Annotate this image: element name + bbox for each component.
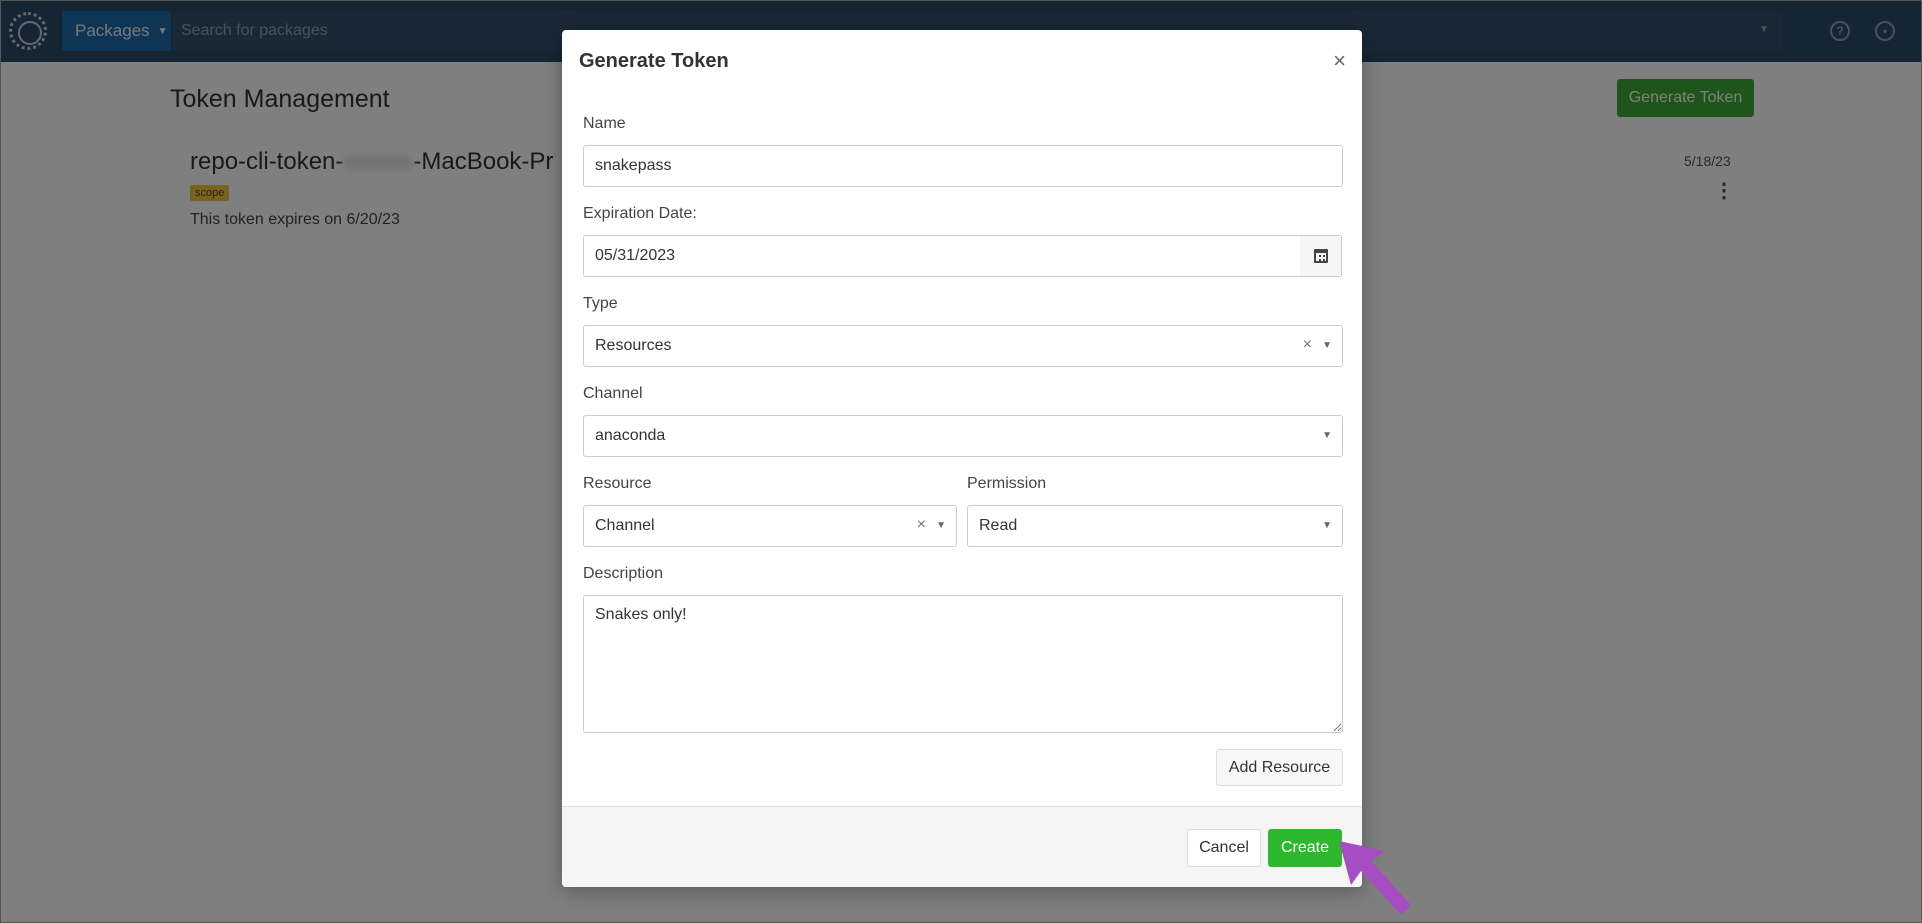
name-input[interactable]: snakepass: [583, 145, 1343, 187]
resource-select[interactable]: Channel × ▼: [583, 505, 957, 547]
type-select-value: Resources: [595, 337, 672, 354]
type-label: Type: [583, 295, 618, 312]
cancel-button[interactable]: Cancel: [1187, 829, 1261, 867]
chevron-down-icon[interactable]: ▼: [1322, 340, 1332, 351]
permission-label: Permission: [967, 475, 1047, 492]
channel-select[interactable]: anaconda ▼: [583, 415, 1343, 457]
name-label: Name: [583, 115, 626, 132]
app-window: Packages ▼ Search for packages ▼ ? • Tok…: [0, 0, 1922, 923]
add-resource-button[interactable]: Add Resource: [1216, 749, 1343, 786]
expiration-date-input[interactable]: 05/31/2023: [583, 235, 1301, 277]
type-select[interactable]: Resources × ▼: [583, 325, 1343, 367]
permission-select-value: Read: [979, 517, 1018, 534]
chevron-down-icon[interactable]: ▼: [936, 520, 946, 531]
modal-title: Generate Token: [579, 50, 729, 72]
calendar-icon: [1313, 249, 1328, 263]
description-label: Description: [583, 565, 664, 582]
expiration-date-label: Expiration Date:: [583, 205, 697, 222]
expiration-date-value: 05/31/2023: [595, 247, 676, 264]
description-textarea[interactable]: Snakes only!: [583, 595, 1343, 733]
create-button[interactable]: Create: [1268, 829, 1342, 867]
clear-icon[interactable]: ×: [917, 516, 926, 534]
permission-select[interactable]: Read ▼: [967, 505, 1343, 547]
resource-label: Resource: [583, 475, 652, 492]
clear-icon[interactable]: ×: [1303, 336, 1312, 354]
chevron-down-icon[interactable]: ▼: [1322, 520, 1332, 531]
calendar-button[interactable]: [1300, 235, 1342, 277]
channel-label: Channel: [583, 385, 643, 402]
resource-select-value: Channel: [595, 517, 655, 534]
chevron-down-icon[interactable]: ▼: [1322, 430, 1332, 441]
channel-select-value: anaconda: [595, 427, 666, 444]
name-input-value: snakepass: [595, 157, 672, 174]
close-icon[interactable]: ×: [1333, 48, 1346, 74]
annotation-arrow-icon: [1339, 841, 1411, 915]
generate-token-modal: Generate Token × Name snakepass Expirati…: [562, 30, 1362, 887]
